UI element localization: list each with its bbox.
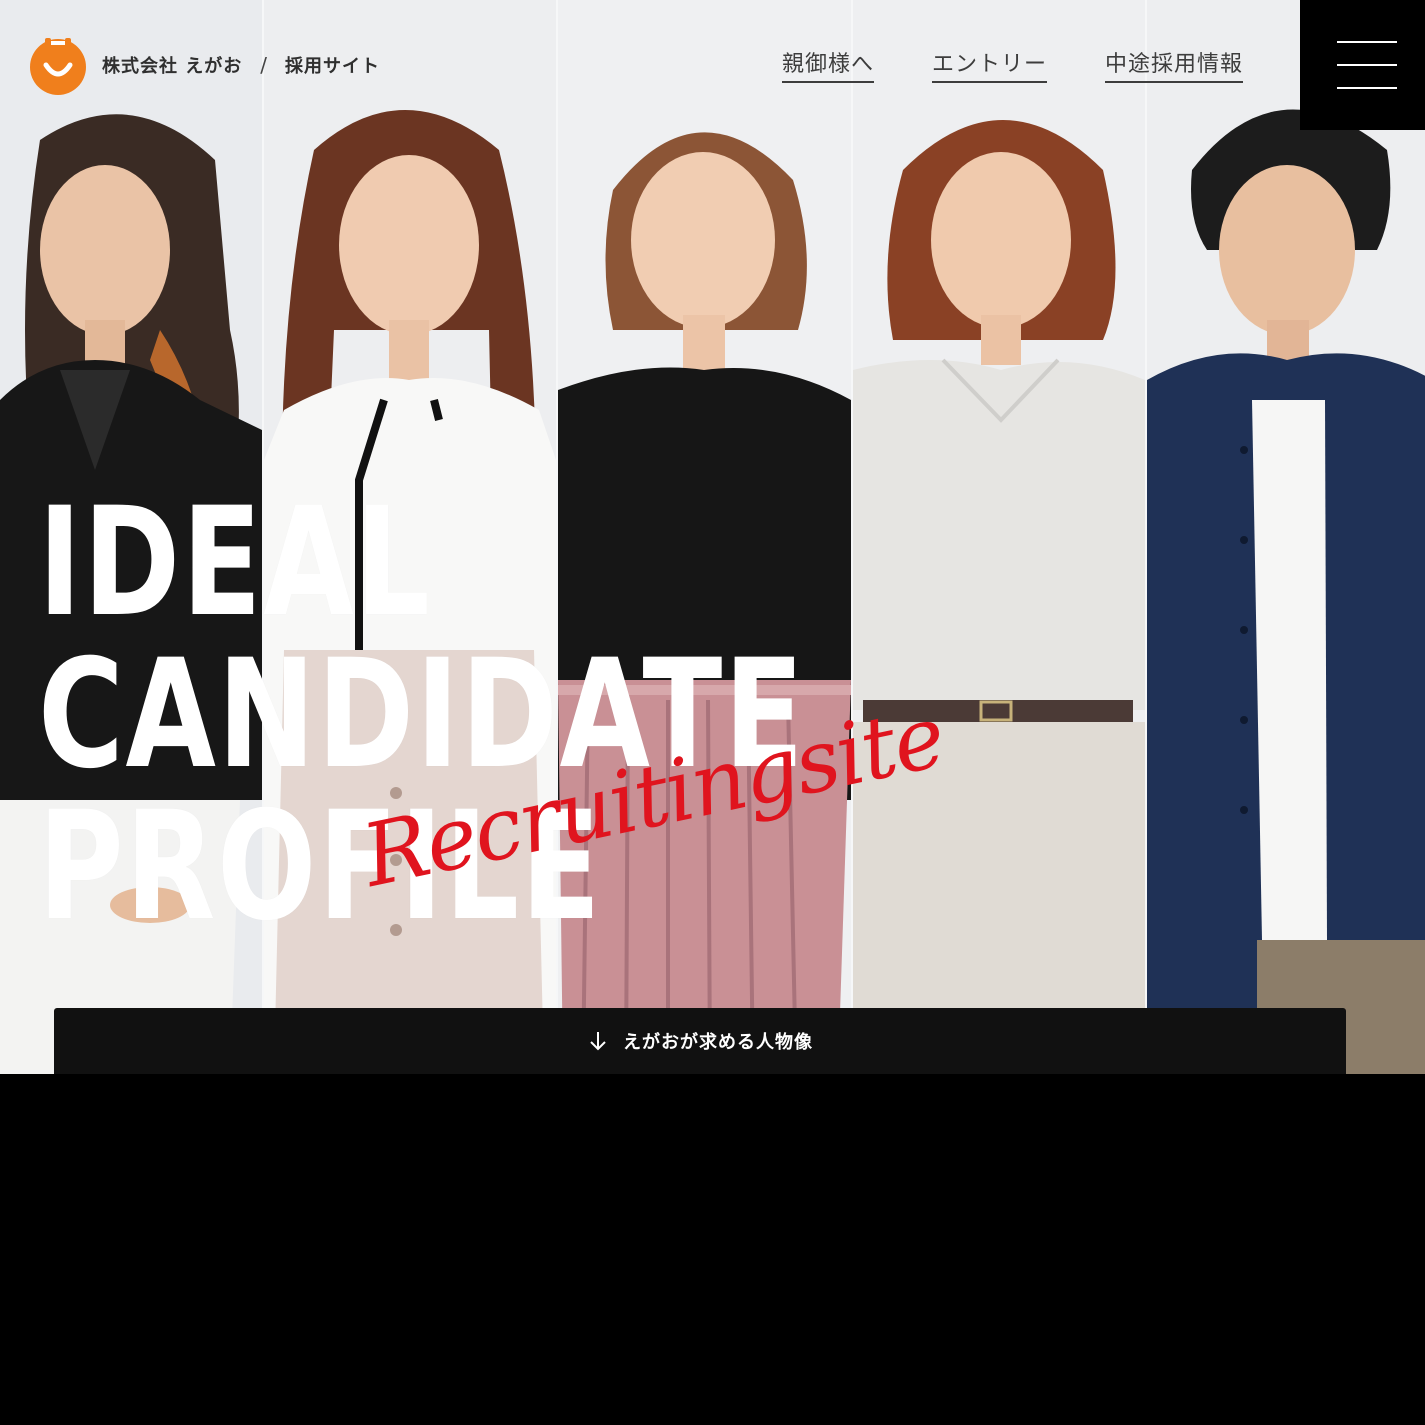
site-name: 採用サイト [285,56,381,77]
arrow-down-icon [590,1032,606,1051]
ideal-candidate-cta-button[interactable]: えがおが求める人物像 [54,1008,1346,1074]
nav-link-mid-career[interactable]: 中途採用情報 [1104,46,1243,83]
headline-line-1: IDEAL [38,476,432,650]
hamburger-menu-icon [1337,41,1397,43]
staff-photo-4 [851,0,1145,1074]
nav-link-entry[interactable]: エントリー [931,46,1047,83]
smile-logo-icon [30,38,86,95]
site-brand[interactable]: 株式会社 えがお / 採用サイト [29,35,380,95]
hamburger-line [1337,87,1397,89]
nav-link-parents[interactable]: 親御様へ [781,46,874,83]
staff-photo-5 [1145,0,1425,1074]
hamburger-line [1337,64,1397,66]
hero-section: 株式会社 えがお / 採用サイト 親御様へ エントリー 中途採用情報 IDEAL… [0,0,1425,1074]
global-nav: 親御様へ エントリー 中途採用情報 [781,46,1243,83]
brand-separator: / [260,53,268,77]
hamburger-menu-button[interactable] [1300,0,1425,130]
cta-label: えがおが求める人物像 [623,1032,813,1053]
company-name: 株式会社 えがお [102,56,243,77]
